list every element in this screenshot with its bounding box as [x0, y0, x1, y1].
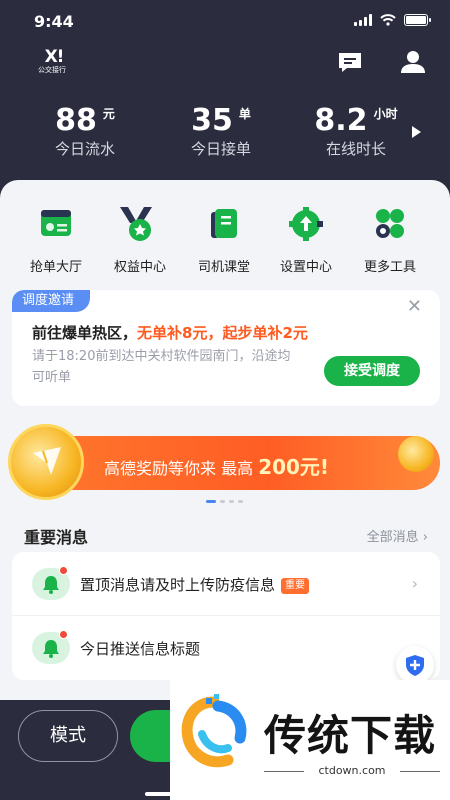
app-logo: X! 公交接行 [38, 47, 66, 74]
watermark-logo-icon [181, 694, 247, 768]
all-messages-link[interactable]: 全部消息 › [367, 526, 428, 545]
bell-icon [32, 566, 70, 600]
status-time: 9:44 [34, 12, 74, 31]
close-icon[interactable]: ✕ [407, 296, 422, 317]
medal-icon [120, 207, 152, 241]
watermark-title: 传统下载 [264, 711, 437, 760]
order-hall-icon [41, 210, 71, 236]
pagination-dot[interactable] [206, 500, 216, 503]
shield-icon [406, 655, 424, 676]
quick-order-hall[interactable]: 抢单大厅 [16, 204, 96, 275]
message-title: 今日推送信息标题 [80, 640, 201, 658]
pagination-dot[interactable] [220, 500, 225, 503]
today-stats: 88 元 今日流水 35 单 今日接单 8.2 小时 在线时长 [0, 104, 450, 164]
message-item[interactable]: 今日推送信息标题 [12, 616, 440, 680]
stats-arrow-icon[interactable] [412, 126, 421, 138]
dispatch-title: 前往爆单热区，无单补8元，起步单补2元 [32, 324, 308, 342]
dispatch-tag: 调度邀请 [12, 290, 91, 312]
dispatch-description: 请于18:20前到达中关村软件园南门，沿途均可听单 [32, 349, 291, 385]
coin-small-icon [398, 436, 434, 472]
important-badge: 重要 [281, 578, 310, 594]
chevron-right-icon: › [411, 574, 418, 593]
promo-banner[interactable]: 高德奖励等你来 最高 200元! [8, 424, 440, 500]
book-icon [211, 209, 237, 238]
banner-pagination [206, 500, 243, 503]
watermark-url: ctdown.com [264, 764, 440, 777]
safety-shield-button[interactable] [396, 646, 434, 684]
unread-dot [59, 630, 68, 639]
stat-online-hours[interactable]: 8.2 小时 在线时长 [306, 104, 406, 160]
watermark: 传统下载 ctdown.com [170, 680, 450, 800]
banner-text: 高德奖励等你来 最高 200元! [104, 455, 330, 479]
wifi-icon [380, 14, 396, 26]
message-item[interactable]: 置顶消息请及时上传防疫信息 重要 › [12, 552, 440, 616]
pagination-dot[interactable] [238, 500, 243, 503]
more-tools-icon [376, 209, 404, 238]
mode-button[interactable]: 模式 [18, 710, 118, 762]
accept-dispatch-button[interactable]: 接受调度 [324, 356, 420, 386]
quick-driver-class[interactable]: 司机课堂 [184, 204, 264, 275]
messages-list: 置顶消息请及时上传防疫信息 重要 › 今日推送信息标题 [12, 552, 440, 680]
message-icon[interactable] [337, 50, 363, 74]
gear-icon [289, 207, 323, 241]
stat-revenue[interactable]: 88 元 今日流水 [40, 104, 130, 160]
battery-icon [404, 14, 431, 26]
signal-icon [354, 14, 372, 26]
dispatch-invite-card: 调度邀请 ✕ 前往爆单热区，无单补8元，起步单补2元 请于18:20前到达中关村… [12, 290, 440, 406]
messages-header: 重要消息 [24, 528, 89, 547]
message-title: 置顶消息请及时上传防疫信息 [80, 576, 276, 594]
pagination-dot[interactable] [229, 500, 234, 503]
quick-benefits[interactable]: 权益中心 [100, 204, 180, 275]
quick-more-tools[interactable]: 更多工具 [350, 204, 430, 275]
unread-dot [59, 566, 68, 575]
status-icons [354, 14, 431, 26]
bell-icon [32, 630, 70, 664]
quick-settings[interactable]: 设置中心 [266, 204, 346, 275]
quick-actions: 抢单大厅 权益中心 司机课堂 设置中心 更多工具 [0, 204, 450, 275]
main-panel: 抢单大厅 权益中心 司机课堂 设置中心 更多工具 调度邀请 ✕ 前往爆单热区，无… [0, 180, 450, 710]
stat-orders[interactable]: 35 单 今日接单 [176, 104, 266, 160]
dispatch-subsidy: 无单补8元，起步单补2元 [137, 324, 308, 342]
user-icon[interactable] [400, 50, 426, 74]
coin-icon [8, 424, 84, 500]
status-bar: 9:44 [0, 0, 450, 44]
